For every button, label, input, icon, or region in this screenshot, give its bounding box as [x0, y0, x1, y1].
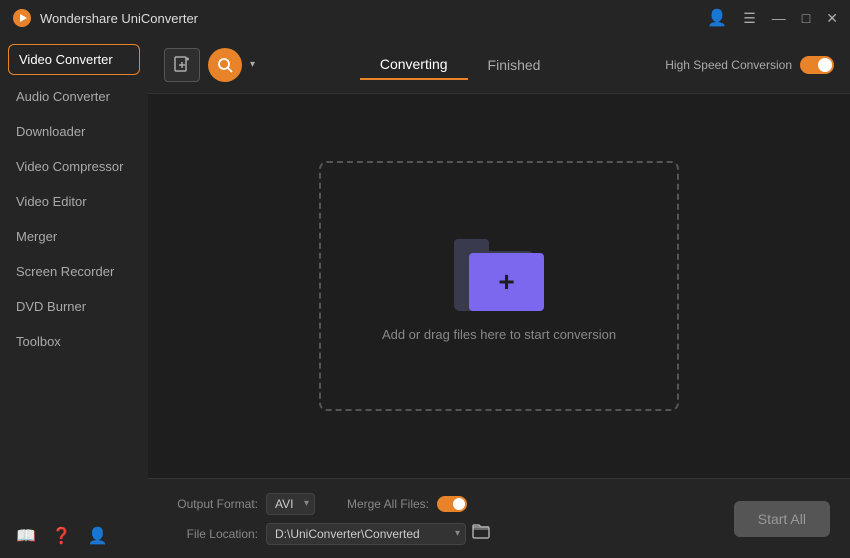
file-add-icon — [173, 56, 191, 74]
sidebar-item-audio-converter[interactable]: Audio Converter — [0, 79, 148, 114]
sidebar: Video Converter Audio Converter Download… — [0, 36, 148, 558]
sidebar-item-merger[interactable]: Merger — [0, 219, 148, 254]
output-format-label: Output Format: — [168, 497, 258, 511]
output-format-select-wrap: AVI — [266, 493, 315, 515]
merge-files-toggle[interactable] — [437, 496, 467, 512]
sidebar-item-downloader[interactable]: Downloader — [0, 114, 148, 149]
user-icon[interactable]: 👤 — [707, 8, 727, 28]
maximize-button[interactable]: □ — [802, 11, 810, 25]
question-icon[interactable]: ❓ — [52, 526, 72, 546]
footer-fields: Output Format: AVI Merge All Files: File… — [168, 493, 714, 545]
output-format-row: Output Format: AVI Merge All Files: — [168, 493, 714, 515]
browse-folder-button[interactable] — [472, 523, 490, 544]
app-icon — [12, 8, 32, 28]
app-title: Wondershare UniConverter — [40, 11, 198, 26]
search-icon — [216, 56, 234, 74]
menu-button[interactable]: ☰ — [743, 11, 756, 25]
folder-front: + — [469, 253, 544, 311]
folder-browse-icon — [472, 523, 490, 539]
footer: Output Format: AVI Merge All Files: File… — [148, 478, 850, 558]
output-format-select[interactable]: AVI — [266, 493, 315, 515]
profile-icon[interactable]: 👤 — [88, 526, 108, 546]
main-layout: Video Converter Audio Converter Download… — [0, 36, 850, 558]
high-speed-toggle[interactable] — [800, 56, 834, 74]
add-file-button[interactable] — [164, 48, 200, 82]
sidebar-item-screen-recorder[interactable]: Screen Recorder — [0, 254, 148, 289]
file-location-select-wrap — [266, 523, 466, 545]
content: ▾ Converting Finished High Speed Convers… — [148, 36, 850, 558]
sidebar-item-toolbox[interactable]: Toolbox — [0, 324, 148, 359]
toolbar-tabs: Converting Finished — [263, 50, 657, 80]
file-location-input[interactable] — [266, 523, 466, 545]
titlebar-left: Wondershare UniConverter — [12, 8, 198, 28]
sidebar-item-dvd-burner[interactable]: DVD Burner — [0, 289, 148, 324]
book-icon[interactable]: 📖 — [16, 526, 36, 546]
toolbar: ▾ Converting Finished High Speed Convers… — [148, 36, 850, 94]
start-all-button[interactable]: Start All — [734, 501, 830, 537]
file-location-row: File Location: — [168, 523, 714, 545]
close-button[interactable]: ✕ — [826, 11, 838, 25]
merge-files-label: Merge All Files: — [339, 497, 429, 511]
titlebar-controls: 👤 ☰ — □ ✕ — [707, 8, 838, 28]
high-speed-conversion: High Speed Conversion — [665, 56, 834, 74]
drop-text: Add or drag files here to start conversi… — [382, 327, 616, 342]
search-settings-button[interactable] — [208, 48, 242, 82]
sidebar-item-video-compressor[interactable]: Video Compressor — [0, 149, 148, 184]
minimize-button[interactable]: — — [772, 11, 786, 25]
drop-zone-container: + Add or drag files here to start conver… — [148, 94, 850, 478]
tab-finished[interactable]: Finished — [468, 50, 561, 80]
titlebar: Wondershare UniConverter 👤 ☰ — □ ✕ — [0, 0, 850, 36]
tab-converting[interactable]: Converting — [360, 50, 468, 80]
plus-icon: + — [498, 268, 514, 296]
file-location-label: File Location: — [168, 527, 258, 541]
folder-icon: + — [454, 231, 544, 311]
dropdown-arrow-icon[interactable]: ▾ — [250, 59, 255, 70]
sidebar-item-video-converter[interactable]: Video Converter — [8, 44, 140, 75]
file-path-wrap — [266, 523, 490, 545]
sidebar-item-video-editor[interactable]: Video Editor — [0, 184, 148, 219]
sidebar-bottom: 📖 ❓ 👤 — [0, 514, 148, 558]
high-speed-label: High Speed Conversion — [665, 58, 792, 72]
drop-zone[interactable]: + Add or drag files here to start conver… — [319, 161, 679, 411]
